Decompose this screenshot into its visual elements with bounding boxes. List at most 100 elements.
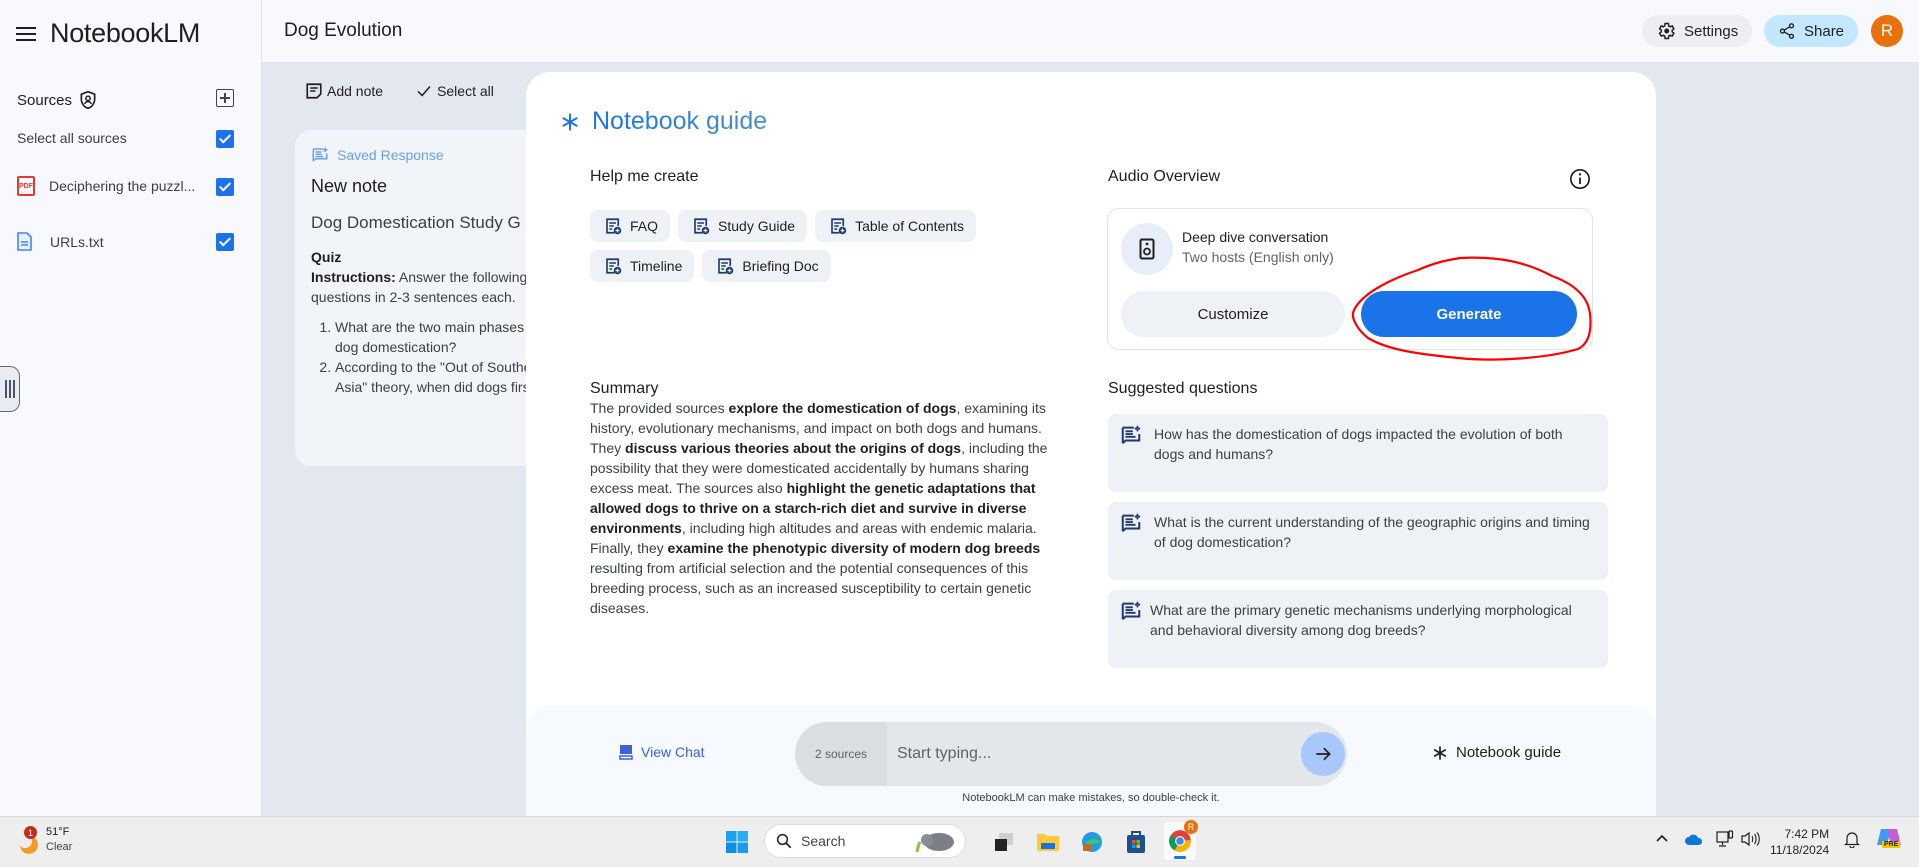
question-text: What is the current understanding of the… [1154,514,1590,550]
pdf-icon: PDF [17,176,35,196]
speaker-icon [1139,238,1155,260]
share-button[interactable]: Share [1764,15,1859,47]
disclaimer-text: NotebookLM can make mistakes, so double-… [962,792,1220,804]
add-source-button[interactable] [216,89,234,107]
clock-time: 7:42 PM [1784,827,1830,841]
chat-input[interactable] [897,722,1277,786]
help-me-create-label: Help me create [590,168,699,185]
doc-add-icon [606,258,622,275]
view-chat-label: View Chat [641,744,705,760]
start-button[interactable] [721,826,753,858]
suggested-question[interactable]: What is the current understanding of the… [1108,502,1608,580]
chip-label: Study Guide [718,218,796,234]
shield-icon[interactable] [78,90,98,110]
faq-chip[interactable]: FAQ [590,210,671,242]
summary-label: Summary [590,380,659,397]
volume-icon[interactable] [1740,830,1760,851]
weather-condition: Clear [46,841,73,853]
customize-button[interactable]: Customize [1121,291,1345,337]
sources-label: Sources [17,91,73,109]
source-item[interactable]: URLs.txt [17,232,104,251]
menu-icon[interactable] [16,26,36,41]
notebook-title[interactable]: Dog Evolution [284,20,402,42]
notebook-guide-button[interactable]: Notebook guide [1432,744,1561,761]
windows-icon [726,831,748,853]
question-chat-icon [1121,513,1141,532]
source-checkbox[interactable] [216,178,234,196]
doc-add-icon [694,218,710,235]
saved-response-icon [312,147,328,162]
chrome-button[interactable]: R [1164,820,1198,860]
copilot-button[interactable]: PRE [1876,825,1902,852]
select-all-sources-label: Select all sources [17,130,127,146]
weather-badge: 1 [24,826,37,839]
notes-toolbar: Add note Select all [305,82,494,100]
taskbar-search[interactable]: Search [764,824,966,858]
onedrive-icon[interactable] [1685,833,1703,848]
summary-run: resulting from artificial selection and … [590,560,1032,616]
send-button[interactable] [1301,732,1345,776]
search-label: Search [801,833,846,849]
check-icon [417,86,431,97]
chip-label: Table of Contents [855,218,965,234]
user-avatar[interactable]: R [1871,15,1903,47]
view-chat-button[interactable]: View Chat [619,744,705,760]
summary-highlight: explore the domestication of dogs [728,400,957,416]
add-note-label: Add note [327,83,384,99]
store-icon [1127,831,1145,853]
instructions-label: Instructions: [311,269,396,285]
guide-title-text: Notebook guide [592,107,768,135]
edge-button[interactable] [1076,826,1108,858]
doc-add-icon [718,258,734,275]
panel-resize-handle[interactable] [0,366,20,412]
gear-icon [1658,22,1675,40]
select-all-sources-checkbox[interactable] [216,130,234,148]
source-item[interactable]: PDF Deciphering the puzzl... [17,176,195,196]
speaker-icon-wrap [1121,223,1173,275]
note-body: Quiz Instructions: Answer the following … [311,247,561,397]
file-explorer-button[interactable] [1032,826,1064,858]
summary-highlight: examine the phenotypic diversity of mode… [667,540,1041,556]
chip-label: Briefing Doc [742,258,819,274]
notifications-button[interactable] [1844,830,1860,851]
suggested-question[interactable]: What are the primary genetic mechanisms … [1108,590,1608,668]
select-all-sources: Select all sources [17,130,127,146]
sources-count-badge[interactable]: 2 sources [795,722,887,786]
weather-widget[interactable]: 1 51°F Clear [16,825,72,855]
note-icon [306,83,322,99]
saved-response-label: Saved Response [337,147,444,163]
table-of-contents-chip[interactable]: Table of Contents [815,210,977,242]
briefing-doc-chip[interactable]: Briefing Doc [702,250,831,282]
study-guide-chip[interactable]: Study Guide [678,210,808,242]
source-checkbox[interactable] [216,233,234,251]
store-button[interactable] [1120,826,1152,858]
text-file-icon [17,232,32,251]
system-clock[interactable]: 7:42 PM 11/18/2024 [1770,826,1829,858]
suggested-question[interactable]: How has the domestication of dogs impact… [1108,414,1608,492]
brand: NotebookLM [16,18,200,49]
task-view-button[interactable] [988,826,1020,858]
select-all-notes-button[interactable]: Select all [415,82,494,100]
share-icon [1779,23,1795,39]
weather-icon: 1 [16,826,40,854]
show-hidden-icons-button[interactable] [1655,831,1669,848]
chat-bar: View Chat 2 sources Notebook guide Noteb… [526,706,1656,816]
info-icon[interactable] [1569,168,1591,190]
audio-subtitle: Two hosts (English only) [1182,249,1334,265]
audio-overview-card: Deep dive conversation Two hosts (Englis… [1107,208,1593,350]
generate-button[interactable]: Generate [1361,291,1577,337]
timeline-chip[interactable]: Timeline [590,250,695,282]
weather-temp: 51°F [46,826,70,838]
folder-icon [1037,834,1059,851]
add-note-button[interactable]: Add note [305,82,383,100]
guide-title: Notebook guide [560,107,767,136]
source-name: URLs.txt [50,233,104,250]
top-header: Dog Evolution Settings Share R [262,0,1919,62]
arrow-right-icon [1316,747,1331,761]
network-icon[interactable] [1716,830,1734,851]
suggested-questions-label: Suggested questions [1108,380,1258,397]
copilot-badge: PRE [1882,841,1901,848]
settings-button[interactable]: Settings [1642,15,1753,47]
doc-add-icon [606,218,622,235]
summary-run: The provided sources [590,400,729,416]
